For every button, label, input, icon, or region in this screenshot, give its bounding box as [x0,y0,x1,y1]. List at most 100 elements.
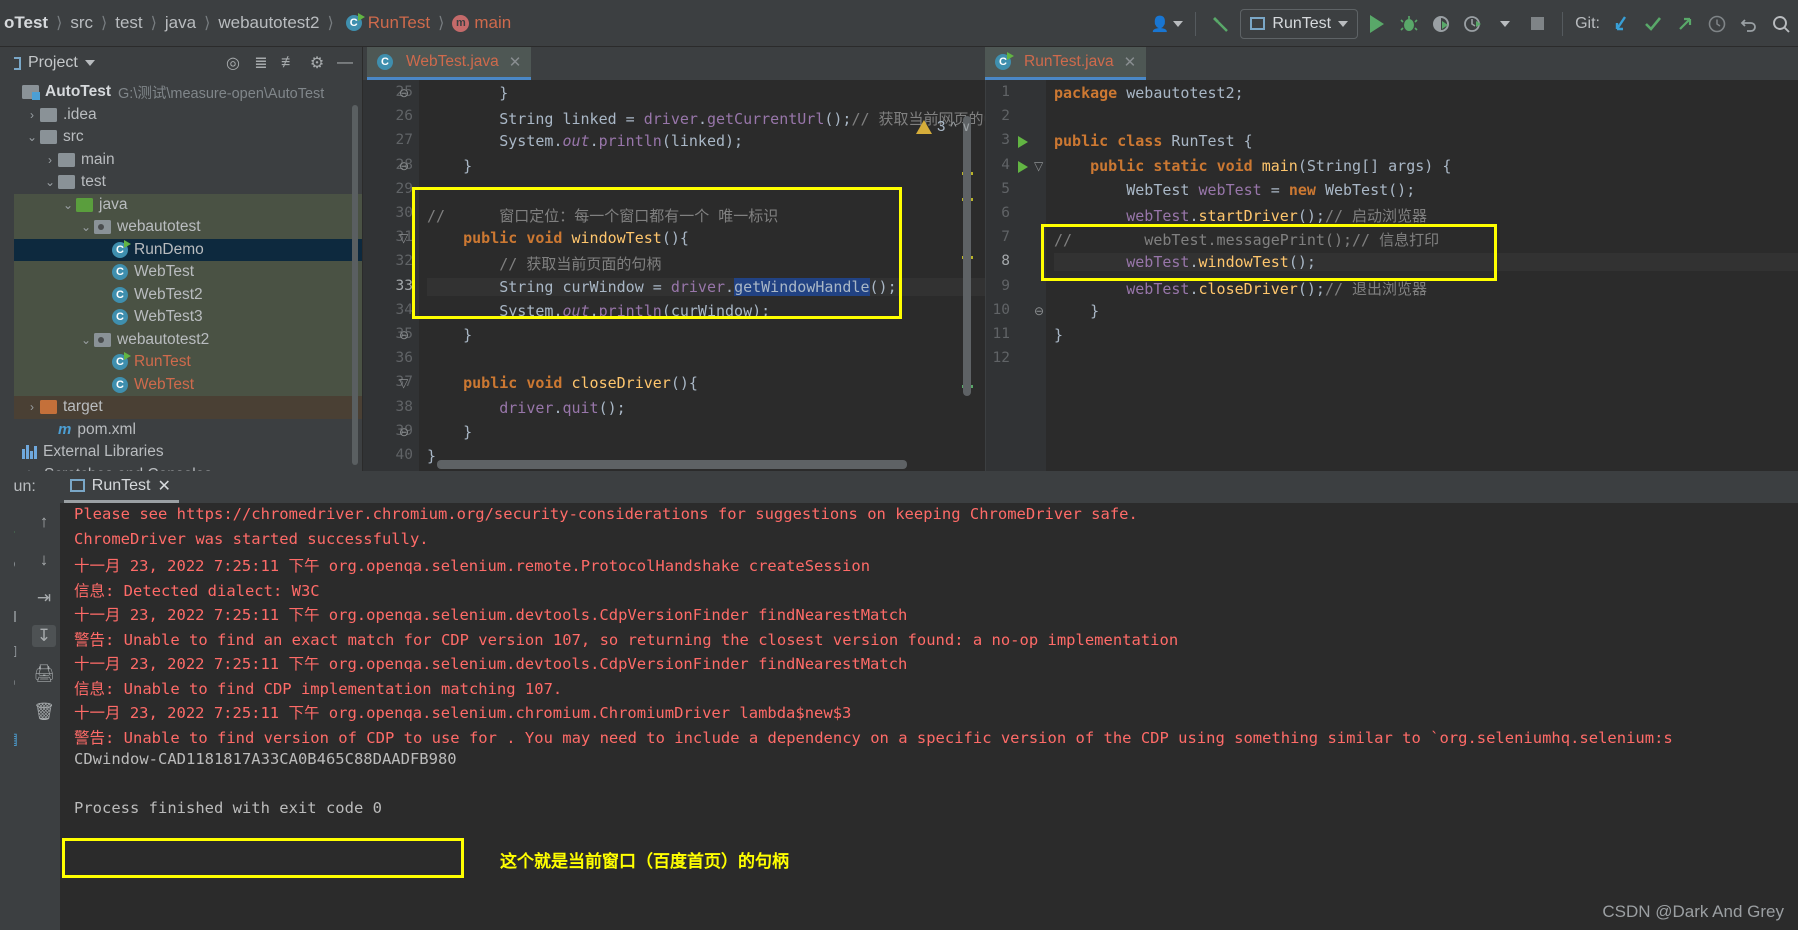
collapse-all-icon[interactable]: ≢ [278,54,300,72]
close-icon[interactable]: ✕ [1124,53,1137,71]
project-panel-title-group[interactable]: Project [6,54,95,72]
tree-item--idea[interactable]: › .idea [0,104,362,127]
tree-item-webautotest2[interactable]: ⌄ webautotest2 [0,328,362,351]
tree-item-webtest2[interactable]: C WebTest2 [0,283,362,306]
run-tab-runtest[interactable]: RunTest ✕ [63,472,179,503]
tree-item-src[interactable]: ⌄ src [0,126,362,149]
tree-item-runtest[interactable]: C RunTest [0,351,362,374]
breadcrumb-item-package[interactable]: webautotest2 [218,13,319,33]
run-with-coverage-icon[interactable] [1428,9,1454,39]
tree-expand-icon[interactable]: › [24,108,40,122]
user-icon[interactable]: 👤 [1151,9,1184,39]
tree-item-java[interactable]: ⌄ java [0,193,362,216]
code-line[interactable]: package webautotest2; [1054,84,1798,102]
tree-expand-icon[interactable]: ⌄ [24,130,40,144]
tree-item-test[interactable]: ⌄ test [0,171,362,194]
code-line[interactable]: webTest.windowTest(); [1054,253,1798,272]
undo-icon[interactable] [1736,9,1762,39]
breadcrumb-item-src[interactable]: src [70,13,93,33]
tree-expand-icon[interactable]: ⌄ [78,220,94,234]
code-line[interactable]: webTest.closeDriver();// 退出浏览器 [1054,278,1798,299]
code-line[interactable]: public static void main(String[] args) { [1054,157,1798,175]
down-arrow-icon[interactable]: ↓ [32,549,56,571]
code-line[interactable]: } [427,423,985,441]
run-gutter-icon[interactable] [1018,160,1028,173]
code-line[interactable]: webTest.startDriver();// 启动浏览器 [1054,205,1798,226]
print-icon[interactable]: 🖨 [32,663,56,685]
code-fold-icon[interactable]: ▽ [399,376,408,390]
git-update-icon[interactable] [1608,9,1634,39]
code-line[interactable]: } [427,84,985,102]
editor-pane-runtest[interactable]: 1 2 3 4 ▽ 5 6 7 8 9 10 ⊖ 11 12 package webautotest2; p… [985,80,1798,471]
code-fold-icon[interactable]: ⊖ [399,425,409,439]
tree-item-webtest[interactable]: C WebTest [0,261,362,284]
tree-item-external-libraries[interactable]: External Libraries [0,441,362,464]
code-line[interactable]: driver.quit(); [427,399,985,417]
console-link[interactable]: https://chromedriver.chromium.org/securi… [177,505,709,523]
code-line[interactable]: public void closeDriver(){ [427,374,985,392]
tree-item-rundemo[interactable]: C RunDemo [0,238,362,261]
tree-item-webautotest[interactable]: ⌄ webautotest [0,216,362,239]
search-icon[interactable] [1768,9,1794,39]
breadcrumb-item-method[interactable]: main [474,13,511,33]
code-line[interactable]: public class RunTest { [1054,132,1798,150]
editor-gutter-right[interactable]: 1 2 3 4 ▽ 5 6 7 8 9 10 ⊖ 11 12 [986,80,1046,471]
run-icon[interactable] [1364,9,1390,39]
code-line[interactable]: // 获取当前页面的句柄 [427,253,985,274]
tree-expand-icon[interactable]: ⌄ [42,175,58,189]
code-fold-icon[interactable]: ▽ [399,231,408,245]
chevron-down-icon[interactable] [1492,9,1518,39]
code-line[interactable]: // 窗口定位：每一个窗口都有一个 唯一标识 [427,205,985,226]
code-fold-icon[interactable]: ⊖ [399,328,409,342]
soft-wrap-icon[interactable]: ⇥ [32,587,56,609]
project-tree[interactable]: AutoTest G:\测试\measure-open\AutoTest › .ide… [0,79,362,486]
tree-expand-icon[interactable]: › [24,400,40,414]
profiler-icon[interactable] [1460,9,1486,39]
expand-all-icon[interactable]: ≣ [250,53,272,73]
code-line[interactable]: String curWindow = driver.getWindowHandl… [427,277,985,296]
code-line[interactable]: WebTest webTest = new WebTest(); [1054,181,1798,199]
scroll-to-end-icon[interactable]: ↧ [32,625,56,647]
build-icon[interactable] [1208,9,1234,39]
tree-item-webtest[interactable]: C WebTest [0,373,362,396]
chevron-up-icon[interactable]: ^ [950,119,956,134]
inspection-widget[interactable]: 3 ^ ∨ [916,118,971,135]
tree-item-webtest3[interactable]: C WebTest3 [0,306,362,329]
breadcrumb-item-project[interactable]: oTest [4,13,48,33]
trash-icon[interactable]: 🗑 [32,701,56,723]
code-line[interactable]: } [1054,302,1798,320]
tree-item-autotest[interactable]: AutoTest G:\测试\measure-open\AutoTest [0,81,362,104]
tab-webtest-java[interactable]: C WebTest.java ✕ [367,47,532,80]
tree-item-main[interactable]: › main [0,149,362,172]
gear-icon[interactable]: ⚙ [306,53,328,73]
code-fold-icon[interactable]: ⊖ [1034,304,1044,318]
code-fold-icon[interactable]: ▽ [1034,159,1043,173]
code-line[interactable]: public void windowTest(){ [427,229,985,247]
tab-runtest-java[interactable]: C RunTest.java ✕ [985,47,1147,80]
project-scrollbar[interactable] [352,105,358,465]
breadcrumb-item-class[interactable]: RunTest [368,13,430,33]
code-line[interactable]: } [427,326,985,344]
console-output[interactable]: Please see https://chromedriver.chromium… [60,503,1798,930]
history-icon[interactable] [1704,9,1730,39]
close-icon[interactable]: ✕ [158,476,171,496]
up-arrow-icon[interactable]: ↑ [32,511,56,533]
tree-expand-icon[interactable]: ⌄ [60,198,76,212]
editor-horizontal-scrollbar[interactable] [437,460,907,469]
editor-pane-webtest[interactable]: 25 ⊖ 26 27 28 ⊖ 29 30 31 ▽ 32 33 34 35 ⊖ 36 37 ▽ 38 39 ⊖ 40 }… [363,80,985,471]
debug-icon[interactable] [1396,9,1422,39]
breadcrumb-item-java[interactable]: java [165,13,196,33]
code-fold-icon[interactable]: ⊖ [399,86,409,100]
tree-expand-icon[interactable]: ⌄ [78,333,94,347]
editor-vertical-scrollbar[interactable] [963,116,971,396]
tree-item-target[interactable]: › target [0,396,362,419]
close-icon[interactable]: ✕ [509,53,522,71]
git-push-icon[interactable] [1672,9,1698,39]
hide-icon[interactable]: — [334,54,356,72]
code-line[interactable]: } [1054,326,1798,344]
code-line[interactable]: } [427,157,985,175]
locate-icon[interactable]: ◎ [222,53,244,73]
run-configuration-selector[interactable]: RunTest [1240,8,1359,39]
git-commit-icon[interactable] [1640,9,1666,39]
run-gutter-icon[interactable] [1018,136,1028,149]
